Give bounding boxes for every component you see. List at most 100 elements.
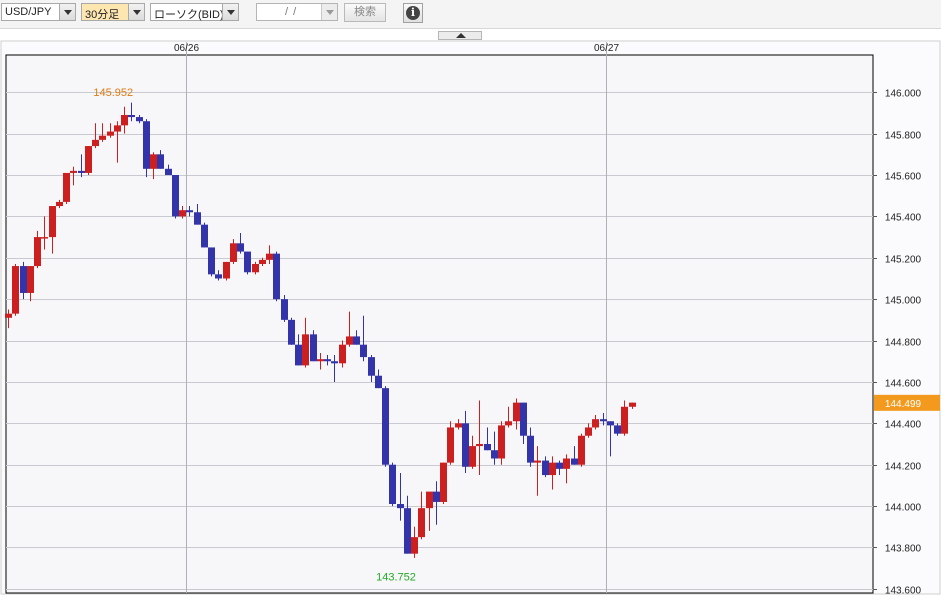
candle-body	[360, 344, 367, 358]
y-tick-label: 143.800	[885, 544, 922, 555]
candle-body	[288, 319, 295, 345]
candle-body	[621, 406, 628, 434]
candle-body	[194, 212, 201, 225]
candle-body	[92, 139, 99, 147]
candle-body	[20, 266, 27, 293]
candle-body	[201, 224, 208, 248]
candle-body	[136, 117, 143, 122]
candle-body	[462, 423, 469, 467]
candle-body	[447, 427, 454, 463]
candle-body	[331, 361, 338, 364]
current-price-label: 144.499	[885, 399, 922, 410]
candle-body	[172, 175, 179, 217]
candle-body	[426, 491, 433, 509]
candle-body	[230, 243, 237, 262]
candle-body	[186, 210, 193, 213]
candle-body	[571, 458, 578, 465]
candle-body	[368, 357, 375, 376]
candle-body	[12, 266, 19, 314]
high-price-label: 145.952	[93, 87, 133, 99]
candle-body	[353, 336, 360, 345]
candle-body	[592, 419, 599, 428]
candle-body	[513, 402, 520, 422]
candle-body	[600, 419, 607, 422]
candle-body	[534, 460, 541, 463]
y-tick-label: 145.000	[885, 296, 922, 307]
candle-body	[389, 464, 396, 505]
candle-body	[5, 313, 12, 318]
candle-body	[259, 259, 266, 264]
candle-body	[295, 344, 302, 366]
candle-body	[469, 446, 476, 467]
candle-body	[418, 508, 425, 538]
candle-body	[179, 210, 186, 217]
candle-body	[549, 462, 556, 476]
candle-body	[578, 435, 585, 465]
candle-body	[70, 170, 77, 173]
candle-body	[440, 462, 447, 502]
candle-body	[150, 154, 157, 169]
candle-body	[614, 425, 621, 434]
candle-body	[266, 253, 273, 260]
candle-body	[121, 115, 128, 126]
candle-body	[433, 491, 440, 502]
candle-body	[491, 450, 498, 459]
candle-body	[165, 168, 172, 176]
candle-body	[563, 458, 570, 469]
x-date-label: 06/26	[174, 43, 199, 54]
y-tick-label: 145.400	[885, 213, 922, 224]
candle-body	[607, 421, 614, 426]
candle-body	[281, 299, 288, 320]
candle-body	[346, 336, 353, 345]
candle-body	[244, 251, 251, 273]
candle-body	[302, 334, 309, 366]
y-tick-label: 144.800	[885, 338, 922, 349]
x-date-label: 06/27	[594, 43, 619, 54]
candle-body	[237, 243, 244, 252]
candle-body	[542, 460, 549, 476]
candlestick-chart: 146.000 145.800 145.600 145.400 145.200 145.0…	[0, 40, 941, 595]
candle-body	[78, 170, 85, 173]
candle-body	[27, 266, 34, 293]
candle-body	[629, 402, 636, 407]
candle-body	[41, 237, 48, 239]
candle-body	[273, 253, 280, 300]
y-tick-label: 146.000	[885, 89, 922, 100]
candle-body	[49, 206, 56, 238]
candle-body	[375, 375, 382, 389]
candle-body	[476, 444, 483, 447]
candle-body	[382, 388, 389, 465]
candle-body	[215, 274, 222, 279]
candle-body	[63, 172, 70, 202]
y-tick-label: 145.200	[885, 255, 922, 266]
plot-area	[5, 54, 874, 594]
y-tick-label: 143.600	[885, 586, 922, 595]
candle-body	[397, 504, 404, 509]
candle-body	[520, 402, 527, 436]
candle-body	[99, 135, 106, 140]
candle-body	[85, 146, 92, 173]
y-tick-label: 145.600	[885, 172, 922, 183]
candle-body	[143, 121, 150, 169]
y-tick-label: 144.600	[885, 379, 922, 390]
candle-body	[324, 359, 331, 362]
candle-body	[34, 237, 41, 267]
candle-body	[157, 154, 164, 169]
candle-body	[484, 444, 491, 451]
candle-body	[339, 344, 346, 364]
candle-body	[310, 334, 317, 362]
candle-body	[107, 131, 114, 136]
y-tick-label: 144.000	[885, 503, 922, 514]
candle-body	[404, 508, 411, 554]
candle-body	[411, 537, 418, 554]
candle-body	[208, 247, 215, 275]
candle-body	[223, 261, 230, 279]
candle-body	[505, 421, 512, 426]
candle-body	[56, 201, 63, 207]
candle-body	[556, 462, 563, 469]
low-price-label: 143.752	[376, 571, 416, 583]
candle-body	[114, 125, 121, 132]
candle-body	[585, 427, 592, 436]
candle-body	[527, 435, 534, 463]
candle-body	[317, 359, 324, 362]
